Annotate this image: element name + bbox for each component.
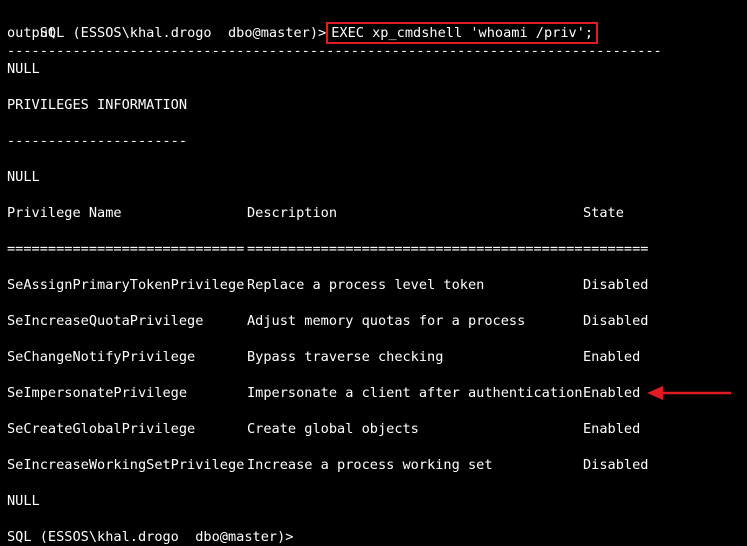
row-description: Create global objects — [247, 421, 419, 437]
null-line-1: NULL — [7, 61, 40, 77]
terminal-window[interactable]: SQL (ESSOS\khal.drogo dbo@master)> EXEC x… — [0, 0, 747, 545]
row-privilege-name: SeIncreaseWorkingSetPrivilege — [7, 457, 245, 473]
row-privilege-name: SeCreateGlobalPrivilege — [7, 421, 196, 437]
row-privilege-name: SeChangeNotifyPrivilege — [7, 349, 196, 365]
underline-name: ============================= — [7, 241, 245, 257]
row-state: Enabled — [583, 385, 641, 401]
row-privilege-name: SeIncreaseQuotaPrivilege — [7, 313, 204, 329]
header-state: State — [583, 205, 624, 221]
row-privilege-name: SeAssignPrimaryTokenPrivilege — [7, 277, 245, 293]
command-line: SQL (ESSOS\khal.drogo dbo@master)> EXEC x… — [7, 6, 599, 44]
output-header: output — [7, 25, 57, 41]
null-line-2: NULL — [7, 169, 40, 185]
row-description: Impersonate a client after authenticatio… — [247, 385, 583, 401]
separator-short: ---------------------- — [7, 133, 188, 149]
row-description: Bypass traverse checking — [247, 349, 444, 365]
row-state: Enabled — [583, 421, 641, 437]
final-prompt[interactable]: SQL (ESSOS\khal.drogo dbo@master)> — [7, 528, 293, 546]
section-title: PRIVILEGES INFORMATION — [7, 97, 188, 113]
row-state: Disabled — [583, 457, 649, 473]
row-state: Disabled — [583, 313, 649, 329]
row-description: Replace a process level token — [247, 277, 485, 293]
header-description: Description — [247, 205, 338, 221]
underline-state: ======== — [583, 241, 649, 257]
separator-long: ----------------------------------------… — [7, 43, 662, 59]
row-description: Increase a process working set — [247, 457, 493, 473]
underline-description: ========================================… — [247, 241, 583, 257]
highlighted-command: EXEC xp_cmdshell 'whoami /priv'; — [326, 22, 599, 44]
row-state: Enabled — [583, 349, 641, 365]
sql-prompt: SQL (ESSOS\khal.drogo dbo@master)> — [39, 25, 327, 41]
header-privilege-name: Privilege Name — [7, 205, 122, 221]
row-description: Adjust memory quotas for a process — [247, 313, 526, 329]
red-arrow-icon — [647, 386, 731, 400]
null-line-3: NULL — [7, 493, 40, 509]
row-privilege-name: SeImpersonatePrivilege — [7, 385, 188, 401]
row-state: Disabled — [583, 277, 649, 293]
